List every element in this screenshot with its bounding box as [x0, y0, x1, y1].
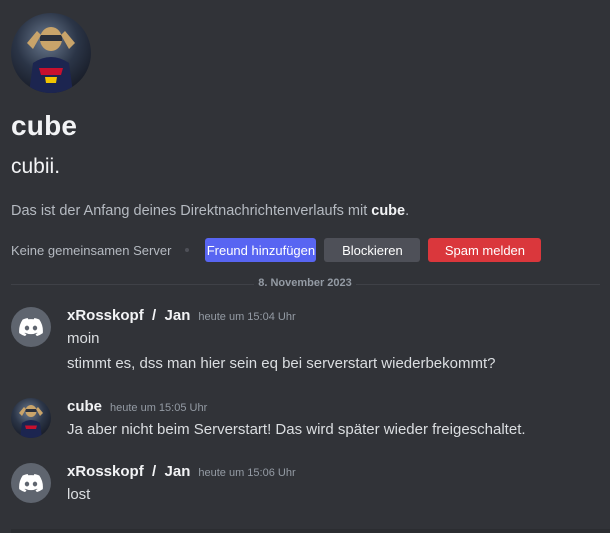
profile-display-name: cube [11, 110, 78, 141]
avatar[interactable] [11, 398, 51, 438]
message-header: xRosskopf / Jan heute um 15:04 Uhr [67, 307, 296, 324]
racing-driver-photo [27, 27, 75, 93]
message-header: xRosskopf / Jan heute um 15:06 Uhr [67, 463, 296, 480]
chat-input-edge [11, 529, 610, 533]
racing-driver-photo [19, 405, 43, 438]
message-author[interactable]: xRosskopf / Jan [67, 463, 190, 480]
intro-prefix: Das ist der Anfang deines Direktnachrich… [11, 203, 372, 219]
avatar[interactable] [11, 463, 51, 503]
dm-header: cube cubii. Das ist der Anfang deines Di… [11, 13, 601, 262]
add-friend-button[interactable]: Freund hinzufügen [205, 238, 317, 262]
message-text: lost [67, 486, 91, 503]
message-text: Ja aber nicht beim Serverstart! Das wird… [67, 421, 526, 438]
message-text: stimmt es, dss man hier sein eq bei serv… [67, 355, 496, 372]
avatar[interactable] [11, 307, 51, 347]
no-mutual-servers-label[interactable]: Keine gemeinsamen Server [11, 243, 171, 258]
discord-logo-icon [19, 318, 43, 336]
date-divider-label: 8. November 2023 [254, 277, 356, 289]
message-text: moin [67, 330, 100, 347]
separator-dot [185, 248, 190, 252]
profile-username: cubii. [11, 155, 61, 178]
date-divider: 8. November 2023 [0, 277, 610, 289]
message-author[interactable]: xRosskopf / Jan [67, 307, 190, 324]
report-spam-button[interactable]: Spam melden [428, 238, 542, 262]
profile-avatar[interactable] [11, 13, 91, 93]
message-header: cube heute um 15:05 Uhr [67, 398, 207, 415]
message-author[interactable]: cube [67, 398, 102, 415]
message-timestamp: heute um 15:04 Uhr [198, 311, 296, 323]
block-button[interactable]: Blockieren [324, 238, 421, 262]
message-timestamp: heute um 15:05 Uhr [110, 402, 208, 414]
intro-suffix: . [405, 203, 410, 219]
message-timestamp: heute um 15:06 Uhr [198, 467, 296, 479]
discord-logo-icon [19, 474, 43, 492]
dm-intro-text: Das ist der Anfang deines Direktnachrich… [11, 203, 409, 219]
profile-actions: Keine gemeinsamen Server Freund hinzufüg… [11, 237, 549, 263]
intro-name: cube [371, 203, 406, 219]
